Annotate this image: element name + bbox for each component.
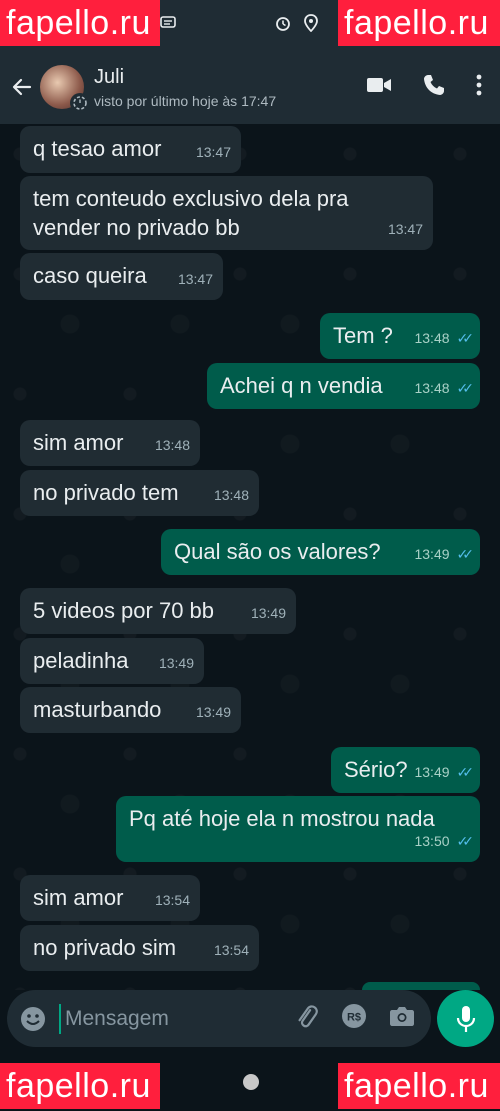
voice-message-button[interactable] [437, 990, 494, 1047]
payment-button[interactable]: R$ [341, 1003, 367, 1034]
message-bubble-incoming[interactable]: sim amor 13:54 [20, 875, 200, 921]
contact-last-seen: visto por último hoje às 17:47 [94, 92, 277, 109]
attach-button[interactable] [293, 1003, 319, 1034]
message-text: Pq até hoje ela n mostrou nada [129, 806, 435, 831]
read-ticks-icon: ✓✓ [456, 764, 475, 780]
mic-icon [456, 1005, 475, 1032]
read-ticks-icon: ✓✓ [456, 546, 475, 562]
message-bubble-incoming[interactable]: masturbando 13:49 [20, 687, 241, 733]
watermark: fapello.ru [0, 1063, 160, 1109]
message-time: 13:48 [213, 487, 249, 503]
message-list[interactable]: q tesao amor 13:47 tem conteudo exclusiv… [0, 124, 500, 990]
message-text: Qual são os valores? [174, 539, 381, 564]
read-ticks-icon: ✓✓ [456, 380, 475, 396]
video-call-icon [367, 77, 391, 92]
message-bubble-incoming[interactable]: no privado tem 13:48 [20, 470, 259, 516]
message-time: 13:49 [158, 655, 194, 671]
message-text: no privado tem [33, 480, 179, 505]
camera-icon [390, 1007, 414, 1026]
watermark: fapello.ru [0, 0, 160, 46]
message-time: 13:47 [177, 271, 213, 287]
message-bubble-incoming[interactable]: sim amor 13:48 [20, 420, 200, 466]
message-bubble-incoming[interactable]: peladinha 13:49 [20, 638, 204, 684]
voice-call-button[interactable] [422, 73, 446, 102]
emoji-button[interactable] [19, 1005, 47, 1033]
message-bubble-outgoing[interactable]: Qual são os valores? 13:49 ✓✓ [161, 529, 480, 575]
attach-icon [298, 1005, 318, 1028]
message-notification-icon [160, 15, 176, 35]
message-input[interactable]: Mensagem [59, 1003, 169, 1034]
payment-icon: R$ [342, 1004, 366, 1028]
video-call-button[interactable] [366, 76, 392, 99]
message-bubble-incoming[interactable]: no privado sim 13:54 [20, 925, 259, 971]
message-text: Tem ? [333, 323, 393, 348]
message-bubble-incoming[interactable]: caso queira 13:47 [20, 253, 223, 300]
message-meta: 13:49 ✓✓ [414, 540, 475, 569]
message-bubble-incoming[interactable]: tem conteudo exclusivo dela pra vender n… [20, 176, 433, 250]
more-options-button[interactable] [476, 74, 482, 101]
message-time: 13:54 [213, 942, 249, 958]
message-time: 13:49 [250, 605, 286, 621]
emoji-icon [21, 1006, 45, 1031]
watermark: fapello.ru [338, 0, 500, 46]
home-button[interactable] [243, 1074, 259, 1090]
message-time: 13:49 [414, 764, 450, 780]
message-bubble-outgoing-partial[interactable] [362, 982, 480, 990]
avatar[interactable] [40, 65, 90, 113]
message-text: masturbando [33, 697, 162, 722]
contact-info[interactable]: Juli visto por último hoje às 17:47 [94, 66, 366, 109]
message-bubble-outgoing[interactable]: Sério? 13:49 ✓✓ [331, 747, 480, 793]
message-text: 5 videos por 70 bb [33, 598, 215, 623]
message-text: Achei q n vendia [220, 373, 383, 398]
read-ticks-icon: ✓✓ [456, 833, 475, 849]
message-time: 13:48 [414, 330, 450, 346]
composer-actions: R$ [293, 990, 415, 1047]
message-text: peladinha [33, 648, 129, 673]
message-bubble-outgoing[interactable]: Achei q n vendia 13:48 ✓✓ [207, 363, 480, 409]
message-text: tem conteudo exclusivo dela pra vender n… [33, 186, 349, 240]
message-time: 13:50 [414, 833, 450, 849]
message-bubble-incoming[interactable]: 5 videos por 70 bb 13:49 [20, 588, 296, 634]
location-icon [304, 13, 318, 37]
read-ticks-icon: ✓✓ [456, 330, 475, 346]
disappearing-timer-icon [70, 93, 90, 113]
message-time: 13:48 [154, 437, 190, 453]
composer: Mensagem R$ [0, 990, 500, 1050]
phone-icon [424, 74, 444, 95]
camera-button[interactable] [389, 1005, 415, 1032]
message-time: 13:49 [414, 546, 450, 562]
message-bubble-outgoing[interactable]: Tem ? 13:48 ✓✓ [320, 313, 480, 359]
message-time: 13:47 [387, 221, 423, 237]
message-time: 13:49 [195, 704, 231, 720]
more-options-icon [476, 74, 482, 95]
message-bubble-incoming[interactable]: q tesao amor 13:47 [20, 126, 241, 173]
chat-header: Juli visto por último hoje às 17:47 [0, 50, 500, 124]
watermark: fapello.ru [338, 1063, 500, 1109]
message-text: sim amor [33, 885, 124, 910]
message-time: 13:47 [195, 144, 231, 160]
alarm-icon [274, 14, 292, 37]
message-time: 13:54 [154, 892, 190, 908]
message-time: 13:48 [414, 380, 450, 396]
message-bubble-outgoing[interactable]: Pq até hoje ela n mostrou nada 13:50 ✓✓ [116, 796, 480, 862]
back-arrow-icon [12, 78, 32, 96]
header-actions [366, 73, 482, 102]
message-meta: 13:48 ✓✓ [414, 324, 475, 353]
message-text: q tesao amor [33, 136, 162, 161]
back-button[interactable] [4, 50, 40, 124]
message-meta: 13:50 ✓✓ [414, 827, 475, 856]
message-meta: 13:48 ✓✓ [414, 374, 475, 403]
contact-name: Juli [94, 65, 125, 88]
message-text: no privado sim [33, 935, 177, 960]
message-text: sim amor [33, 430, 124, 455]
svg-text:R$: R$ [347, 1012, 361, 1024]
message-text: Sério? [344, 757, 408, 782]
message-meta: 13:49 ✓✓ [414, 758, 475, 787]
message-text: caso queira [33, 263, 147, 288]
message-input-container: Mensagem R$ [7, 990, 431, 1047]
